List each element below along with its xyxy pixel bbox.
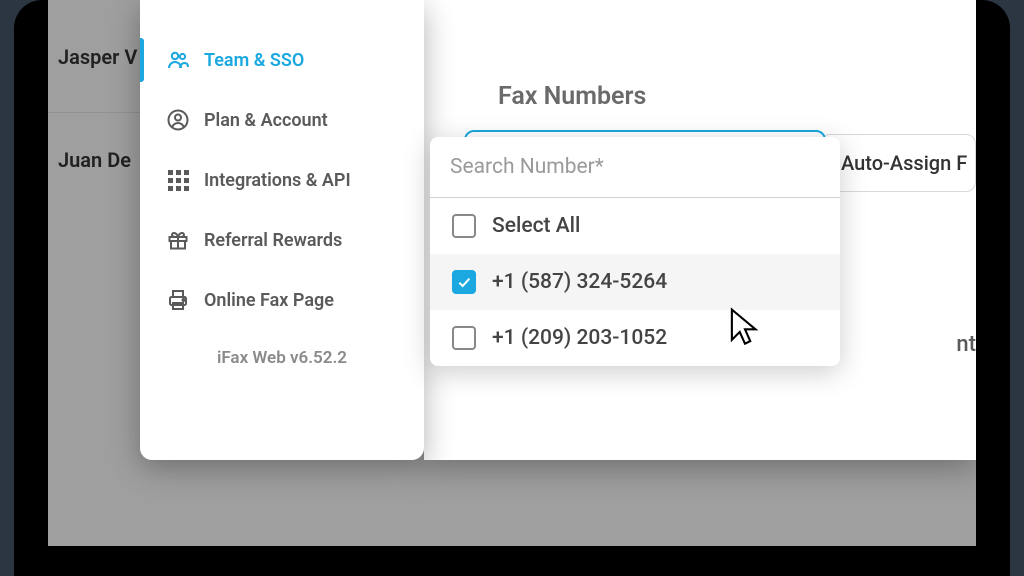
sidebar-item-label: Plan & Account [204,110,328,131]
fax-number-option[interactable]: +1 (587) 324-5264 [430,254,840,310]
sidebar-item-team-sso[interactable]: Team & SSO [140,30,424,90]
device-frame: Jasper V Juan De Team & SSO Plan & Accou… [14,0,1010,576]
auto-assign-button[interactable]: Auto-Assign F [820,134,976,192]
gift-icon [166,228,190,252]
fax-icon [166,288,190,312]
partial-text: nt [956,332,976,357]
team-icon [166,48,190,72]
sidebar-item-online-fax-page[interactable]: Online Fax Page [140,270,424,330]
sidebar-item-referral-rewards[interactable]: Referral Rewards [140,210,424,270]
checkbox-checked[interactable] [452,270,476,294]
auto-assign-label: Auto-Assign F [841,151,967,175]
sidebar-item-plan-account[interactable]: Plan & Account [140,90,424,150]
cursor-icon [728,307,762,349]
fax-number-dropdown: Select All +1 (587) 324-5264 +1 (209) 20… [430,137,840,366]
sidebar-item-label: Integrations & API [204,170,351,191]
option-label: +1 (209) 203-1052 [492,326,667,350]
select-all-option[interactable]: Select All [430,198,840,254]
sidebar-item-label: Team & SSO [204,50,304,71]
screen: Jasper V Juan De Team & SSO Plan & Accou… [48,0,976,546]
settings-sidebar: Team & SSO Plan & Account Integrations &… [140,0,424,460]
sidebar-item-integrations-api[interactable]: Integrations & API [140,150,424,210]
option-label: Select All [492,214,580,238]
account-icon [166,108,190,132]
search-input[interactable] [450,155,820,179]
sidebar-item-label: Referral Rewards [204,230,342,251]
checkbox-unchecked[interactable] [452,326,476,350]
app-version: iFax Web v6.52.2 [140,348,424,368]
fax-number-option[interactable]: +1 (209) 203-1052 [430,310,840,366]
checkbox-unchecked[interactable] [452,214,476,238]
sidebar-item-label: Online Fax Page [204,290,334,311]
option-label: +1 (587) 324-5264 [492,270,667,294]
search-container [430,137,840,198]
grid-icon [166,168,190,192]
section-title: Fax Numbers [498,82,646,111]
